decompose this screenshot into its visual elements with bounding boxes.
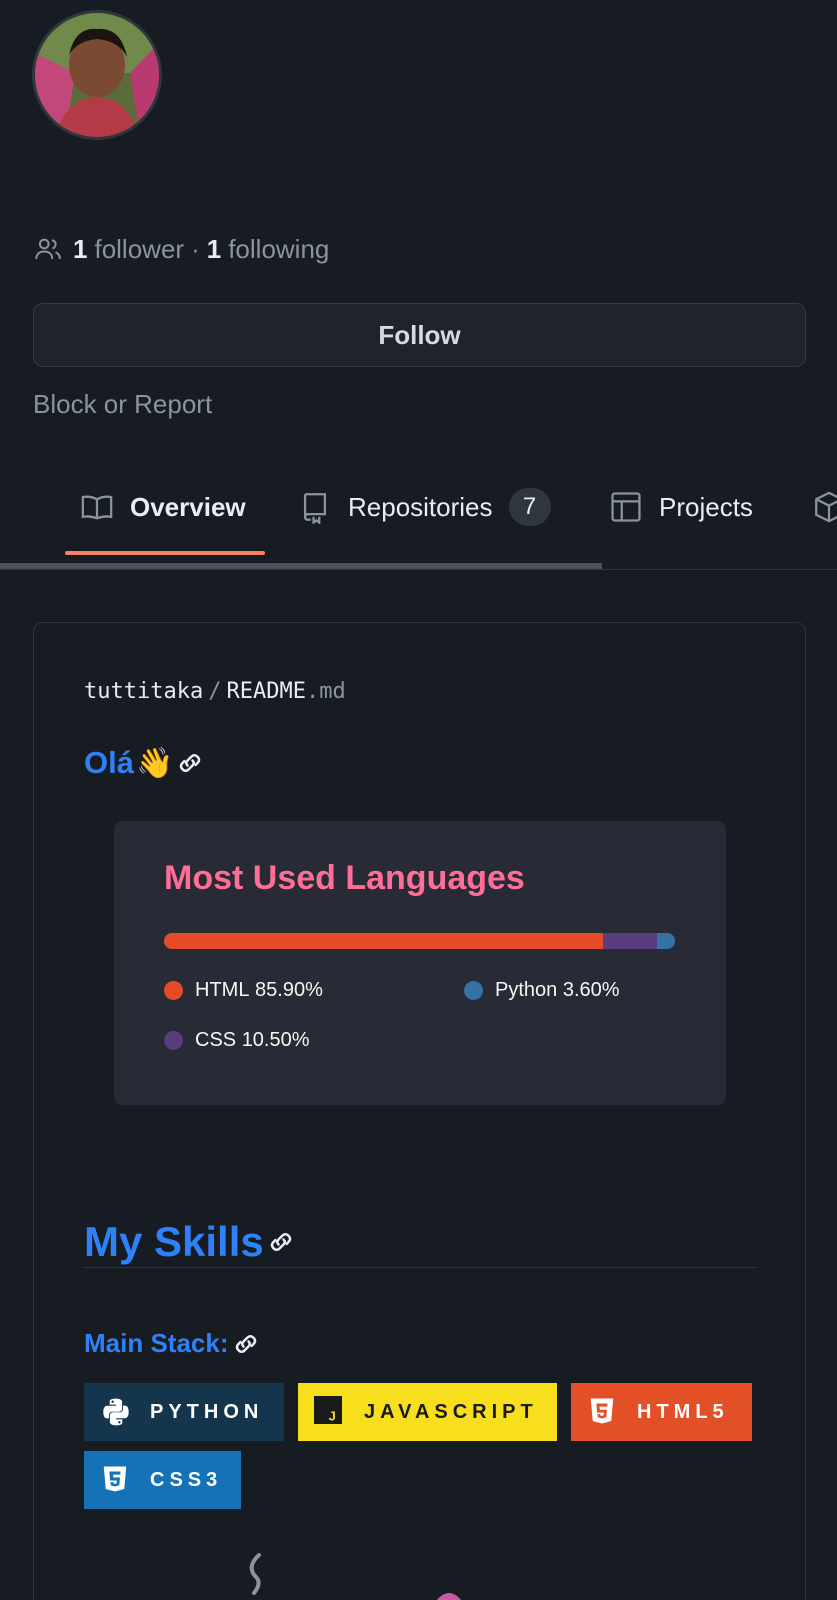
language-name: Python bbox=[495, 979, 558, 1001]
avatar[interactable] bbox=[32, 10, 162, 140]
anchor-link-icon[interactable] bbox=[175, 748, 205, 778]
tab-repositories[interactable]: Repositories 7 bbox=[298, 470, 551, 544]
python-badge-label: PYTHON bbox=[150, 1400, 264, 1423]
heading-divider bbox=[84, 1267, 757, 1268]
javascript-icon: JS bbox=[314, 1396, 346, 1428]
package-icon bbox=[812, 490, 837, 524]
repositories-count-badge: 7 bbox=[508, 488, 551, 526]
tab-projects[interactable]: Projects bbox=[609, 470, 753, 544]
language-bar-segment-html bbox=[164, 933, 603, 949]
my-skills-heading: My Skills bbox=[84, 1218, 296, 1266]
language-bar-segment-css bbox=[602, 933, 657, 949]
tab-repositories-label: Repositories bbox=[348, 491, 493, 522]
svg-text:JS: JS bbox=[329, 1409, 342, 1424]
language-percent: 10.50% bbox=[241, 1029, 310, 1051]
python-color-dot bbox=[464, 981, 483, 1000]
profile-tabs: Overview Repositories 7 Projects bbox=[0, 470, 837, 572]
block-or-report-link[interactable]: Block or Report bbox=[33, 389, 212, 420]
languages-progress-bar bbox=[164, 933, 675, 949]
followers-count[interactable]: 1 bbox=[73, 234, 87, 265]
language-item-html: HTML 85.90% bbox=[164, 979, 323, 1002]
tab-overview-label: Overview bbox=[130, 491, 246, 522]
language-item-python: Python 3.60% bbox=[464, 979, 620, 1002]
my-skills-text: My Skills bbox=[84, 1218, 264, 1265]
css-color-dot bbox=[164, 1031, 183, 1050]
python-badge[interactable]: PYTHON bbox=[84, 1383, 284, 1441]
readme-path: tuttitaka / README.md bbox=[84, 679, 346, 704]
languages-card-title: Most Used Languages bbox=[164, 859, 525, 897]
ruby-icon bbox=[436, 1593, 462, 1600]
css3-icon bbox=[100, 1464, 132, 1496]
greeting-heading: Olá 👋 bbox=[84, 745, 205, 781]
table-icon bbox=[609, 490, 643, 524]
language-percent: 3.60% bbox=[562, 979, 620, 1001]
profile-page: 1 follower · 1 following Follow Block or… bbox=[0, 0, 837, 1600]
python-icon bbox=[100, 1396, 132, 1428]
following-count[interactable]: 1 bbox=[207, 234, 221, 265]
language-item-css: CSS 10.50% bbox=[164, 1029, 310, 1052]
css3-badge[interactable]: CSS3 bbox=[84, 1451, 241, 1509]
javascript-badge[interactable]: JS JAVASCRIPT bbox=[298, 1383, 557, 1441]
html5-badge-label: HTML5 bbox=[637, 1400, 729, 1423]
separator-dot: · bbox=[191, 233, 200, 264]
tabs-divider bbox=[0, 569, 837, 570]
most-used-languages-card: Most Used Languages HTML 85.90% Python 3… bbox=[114, 821, 726, 1105]
people-icon bbox=[33, 234, 63, 264]
tab-projects-label: Projects bbox=[659, 491, 753, 522]
waving-hand-emoji: 👋 bbox=[135, 746, 174, 780]
html5-badge[interactable]: HTML5 bbox=[571, 1383, 752, 1441]
readme-owner-link[interactable]: tuttitaka bbox=[84, 679, 203, 704]
css3-badge-label: CSS3 bbox=[150, 1468, 223, 1491]
follow-button[interactable]: Follow bbox=[33, 303, 806, 367]
readme-file-ext: .md bbox=[305, 679, 346, 704]
language-name: CSS bbox=[195, 1029, 237, 1051]
greeting-text: Olá bbox=[84, 745, 134, 780]
tab-overview[interactable]: Overview bbox=[80, 470, 246, 544]
book-icon bbox=[80, 490, 114, 524]
language-bar-segment-python bbox=[656, 933, 675, 949]
language-percent: 85.90% bbox=[255, 979, 323, 1001]
followers-row: 1 follower · 1 following bbox=[33, 229, 329, 269]
repo-icon bbox=[298, 490, 332, 524]
anchor-link-icon[interactable] bbox=[266, 1227, 296, 1257]
active-tab-indicator bbox=[65, 551, 265, 555]
readme-card: tuttitaka / README.md Olá 👋 Most Used Lang… bbox=[33, 622, 806, 1600]
main-stack-text: Main Stack: bbox=[84, 1328, 229, 1358]
java-icon bbox=[249, 1553, 261, 1595]
followers-label[interactable]: follower bbox=[94, 234, 184, 265]
language-name: HTML bbox=[195, 979, 250, 1001]
anchor-link-icon[interactable] bbox=[231, 1329, 261, 1359]
html5-icon bbox=[587, 1396, 619, 1428]
path-separator: / bbox=[208, 679, 222, 704]
following-label[interactable]: following bbox=[228, 234, 329, 265]
tab-packages[interactable] bbox=[812, 470, 837, 544]
readme-file-name[interactable]: README bbox=[226, 679, 305, 704]
avatar-image bbox=[35, 13, 159, 137]
html-color-dot bbox=[164, 981, 183, 1000]
javascript-badge-label: JAVASCRIPT bbox=[364, 1400, 538, 1423]
main-stack-heading: Main Stack: bbox=[84, 1328, 261, 1359]
